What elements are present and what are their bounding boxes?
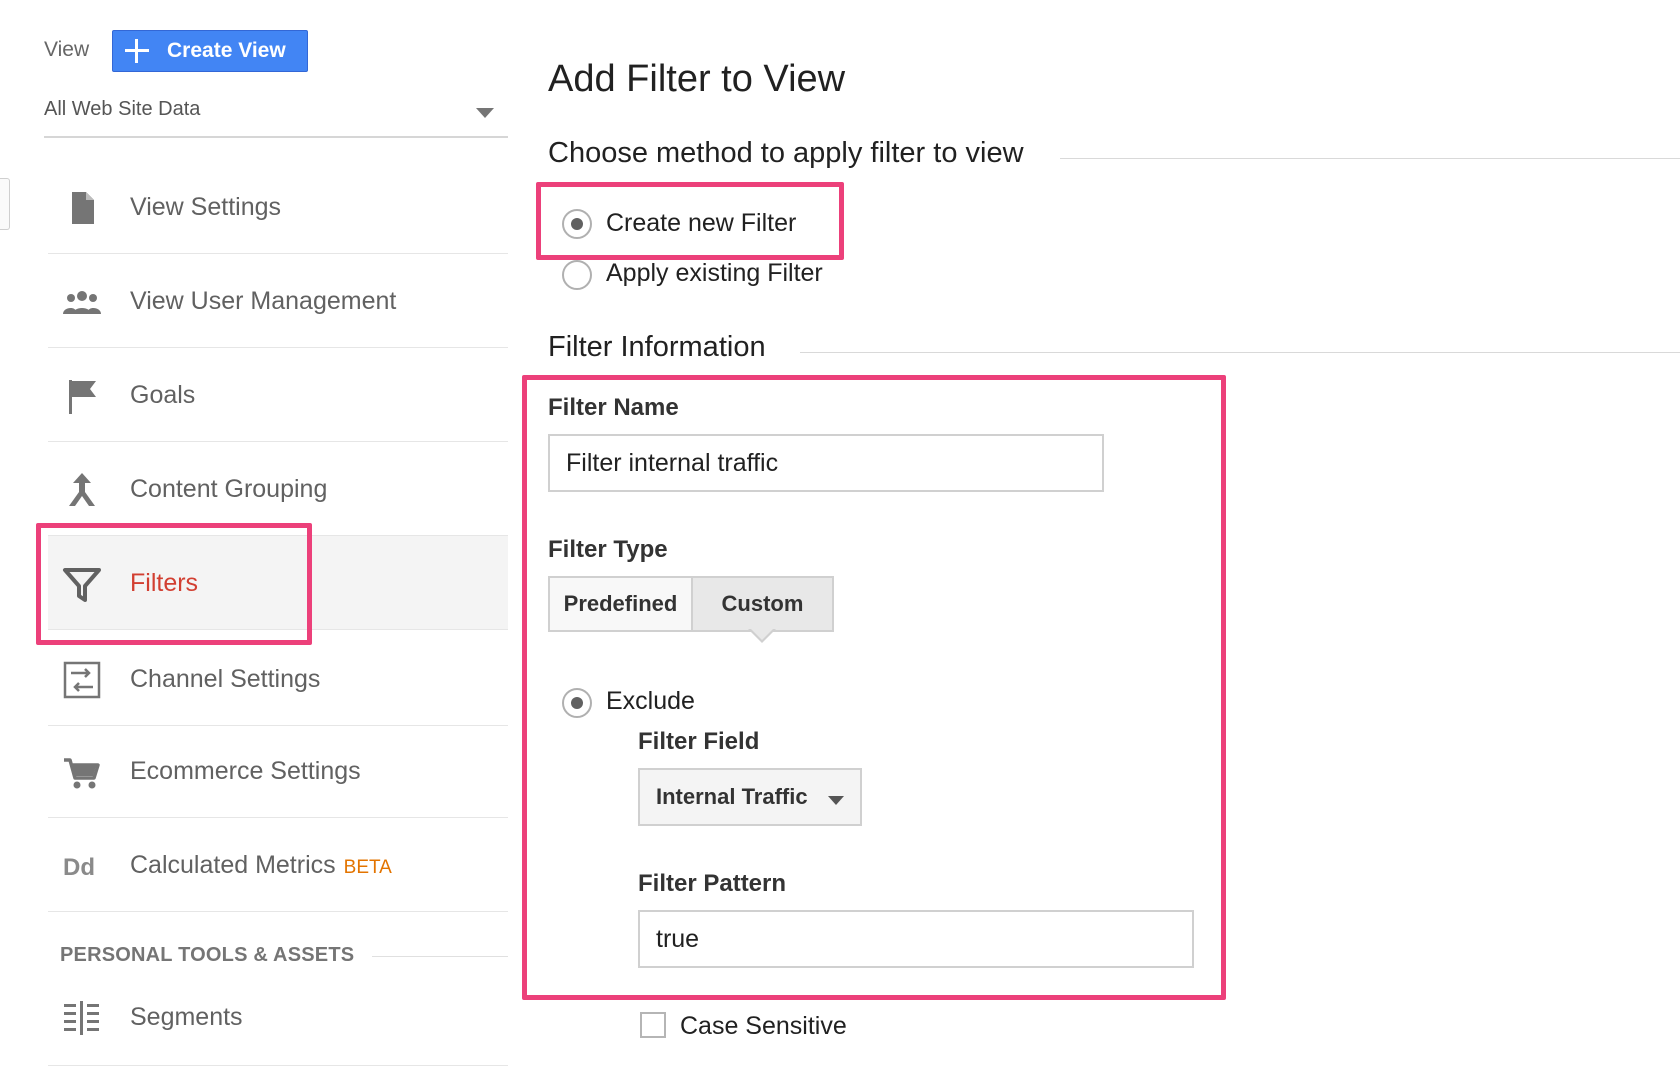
plus-icon [125,39,149,63]
calculated-metrics-label: Calculated Metrics [130,851,336,879]
dd-icon: Dd [63,854,95,881]
beta-badge: BETA [343,857,392,878]
page-title: Add Filter to View [548,58,846,100]
sidebar-item-label: Segments [130,1003,243,1031]
sidebar-item-label: Ecommerce Settings [130,757,361,785]
svg-text:Dd: Dd [63,854,95,881]
apply-existing-filter-radio[interactable] [562,260,592,290]
sidebar-item-ecommerce-settings[interactable]: Ecommerce Settings [48,724,508,818]
sidebar-item-goals[interactable]: Goals [48,348,508,442]
document-icon [72,192,94,224]
sidebar-item-label: Content Grouping [130,475,328,503]
merge-icon [69,473,95,506]
divider [1060,158,1680,159]
chevron-down-icon [476,108,494,118]
create-view-button[interactable]: Create View [112,30,308,72]
case-sensitive-label[interactable]: Case Sensitive [680,1012,847,1041]
filter-information-heading: Filter Information [548,331,786,364]
case-sensitive-checkbox[interactable] [640,1012,666,1038]
cart-icon [64,758,100,789]
divider [800,352,1680,353]
channel-settings-icon [63,661,101,699]
method-heading: Choose method to apply filter to view [548,137,1044,170]
divider [372,956,508,957]
sidebar-item-segments[interactable]: Segments [48,970,508,1066]
section-header-personal-tools: PERSONAL TOOLS & ASSETS [60,944,355,966]
panel-collapse-handle[interactable] [0,178,10,230]
filter-information-highlight-box [522,375,1226,1000]
sidebar-item-label: View Settings [130,193,282,221]
apply-existing-filter-label[interactable]: Apply existing Filter [606,259,823,288]
sidebar-item-label: View User Management [130,287,397,315]
view-selector[interactable]: All Web Site Data [44,90,508,138]
filters-highlight-box [36,523,312,645]
flag-icon [69,380,96,414]
view-selector-value: All Web Site Data [44,98,201,120]
sidebar-item-label: Goals [130,381,196,409]
create-view-label: Create View [167,39,286,62]
sidebar-item-content-grouping[interactable]: Content Grouping [48,442,508,536]
sidebar-item-calculated-metrics[interactable]: Dd Calculated Metrics BETA [48,818,508,912]
segments-icon [64,1001,99,1035]
users-icon [63,291,101,314]
sidebar-item-view-user-management[interactable]: View User Management [48,254,508,348]
sidebar-item-label: Channel Settings [130,665,321,693]
create-new-filter-highlight-box [536,182,844,260]
sidebar-item-channel-settings[interactable]: Channel Settings [48,632,508,726]
sidebar-item-view-settings[interactable]: View Settings [48,160,508,254]
view-label: View [44,38,90,61]
sidebar-item-label: Calculated Metrics BETA [130,851,392,880]
